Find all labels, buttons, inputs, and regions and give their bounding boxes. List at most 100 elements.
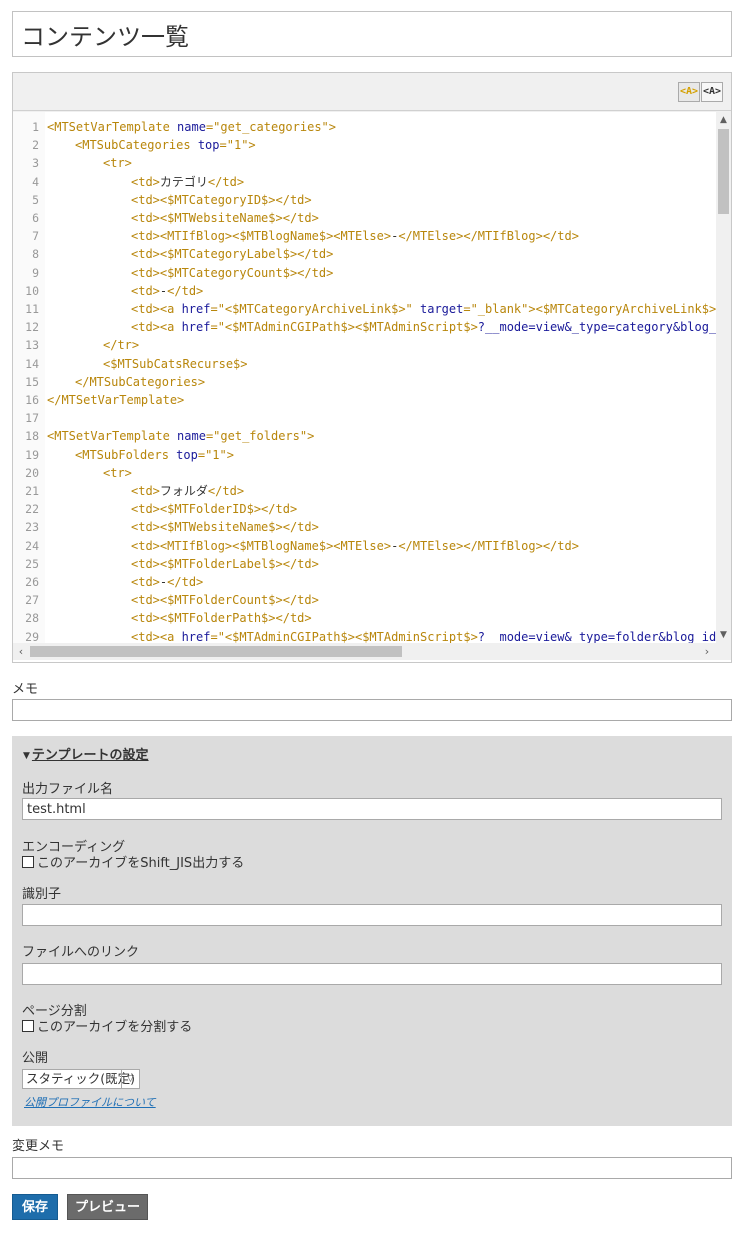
- code-text: <td>フォルダ</td>: [131, 484, 245, 498]
- code-line: 4 <td>カテゴリ</td>: [13, 173, 716, 191]
- identifier-input[interactable]: [22, 904, 722, 926]
- line-number: 27: [25, 593, 39, 608]
- code-text: <td><$MTFolderID$></td>: [131, 502, 298, 517]
- line-number: 11: [25, 302, 39, 316]
- line-number: 21: [25, 484, 39, 498]
- code-text: <td>カテゴリ</td>: [131, 174, 245, 189]
- scroll-left-icon[interactable]: ‹: [13, 643, 29, 660]
- memo-label: メモ: [12, 682, 39, 697]
- code-line: 2 <MTSubCategories top="1">: [13, 136, 716, 154]
- line-number: 13: [25, 338, 39, 353]
- output-file-input[interactable]: [22, 798, 722, 820]
- code-text: <td><a href="<$MTCategoryArchiveLink$>" …: [131, 302, 731, 316]
- publish-profile-link[interactable]: 公開プロファイルについて: [24, 1094, 156, 1110]
- code-text: <MTSetVarTemplate name="get_categories">: [47, 120, 336, 134]
- code-text: <td><$MTFolderCount$></td>: [131, 593, 319, 608]
- code-line: 26 <td>-</td>: [13, 573, 716, 591]
- save-button[interactable]: 保存: [12, 1194, 58, 1220]
- code-line: 8 <td><$MTCategoryLabel$></td>: [13, 245, 716, 263]
- code-text: </tr>: [103, 338, 140, 353]
- code-area[interactable]: 1 <MTSetVarTemplate name="get_categories"…: [13, 112, 731, 662]
- code-line: 13 </tr>: [13, 336, 716, 354]
- code-line: 9 <td><$MTCategoryCount$></td>: [13, 264, 716, 282]
- preview-button[interactable]: プレビュー: [67, 1194, 148, 1220]
- editor-toolbar: <A> <A>: [13, 73, 731, 111]
- horizontal-scroll-thumb[interactable]: [30, 646, 402, 657]
- file-link-input[interactable]: [22, 963, 722, 985]
- code-text: <tr>: [103, 465, 132, 480]
- line-number: 26: [25, 575, 39, 589]
- line-number: 3: [32, 156, 39, 171]
- horizontal-scrollbar[interactable]: ‹ ›: [13, 643, 731, 660]
- code-text: <td>-</td>: [131, 283, 204, 298]
- paging-checkbox[interactable]: [22, 1020, 34, 1032]
- paging-checkbox-label: このアーカイブを分割する: [37, 1020, 193, 1035]
- scroll-up-icon[interactable]: ▲: [716, 112, 731, 128]
- syntax-highlight-on-button[interactable]: <A>: [678, 82, 700, 102]
- change-memo-label: 変更メモ: [12, 1139, 65, 1154]
- vertical-scroll-thumb[interactable]: [718, 129, 729, 214]
- line-number: 22: [25, 502, 39, 517]
- change-memo-input[interactable]: [12, 1157, 732, 1179]
- code-text: <td><$MTFolderLabel$></td>: [131, 556, 319, 571]
- publish-type-select[interactable]: スタティック(既定) ▽: [22, 1069, 140, 1089]
- line-number: 7: [32, 229, 39, 244]
- code-line: 7 <td><MTIfBlog><$MTBlogName$><MTElse>-</…: [13, 227, 716, 245]
- code-line: 16 </MTSetVarTemplate>: [13, 391, 716, 409]
- line-number: 24: [25, 538, 39, 553]
- code-line: 15 </MTSubCategories>: [13, 373, 716, 391]
- template-settings-toggle[interactable]: ▼ テンプレートの設定: [23, 744, 149, 763]
- code-text: <td><$MTFolderPath$></td>: [131, 611, 312, 626]
- code-line: 28 <td><$MTFolderPath$></td>: [13, 609, 716, 627]
- code-line: 19 <MTSubFolders top="1">: [13, 446, 716, 464]
- line-number: 8: [32, 247, 39, 262]
- code-text: <td><MTIfBlog><$MTBlogName$><MTElse>-</M…: [131, 538, 579, 553]
- shift-jis-option[interactable]: このアーカイブをShift_JIS出力する: [22, 852, 244, 871]
- code-line: 17: [13, 409, 716, 427]
- code-line: 1 <MTSetVarTemplate name="get_categories"…: [13, 118, 716, 136]
- template-name-input[interactable]: [12, 11, 732, 57]
- vertical-scrollbar[interactable]: ▲ ▼: [716, 112, 731, 643]
- code-line: 22 <td><$MTFolderID$></td>: [13, 500, 716, 518]
- template-code-editor: <A> <A> 1 <MTSetVarTemplate name="get_cat…: [12, 72, 732, 663]
- line-number: 20: [25, 465, 39, 480]
- code-line: 3 <tr>: [13, 154, 716, 172]
- code-text: <MTSubFolders top="1">: [75, 447, 234, 462]
- line-number: 6: [32, 211, 39, 225]
- code-text: <$MTSubCatsRecurse$>: [103, 356, 248, 371]
- code-line: 27 <td><$MTFolderCount$></td>: [13, 591, 716, 609]
- line-number: 1: [32, 120, 39, 134]
- memo-input[interactable]: [12, 699, 732, 721]
- code-line: 18 <MTSetVarTemplate name="get_folders">: [13, 427, 716, 445]
- code-text: <td><$MTWebsiteName$></td>: [131, 211, 319, 225]
- line-number: 12: [25, 320, 39, 335]
- identifier-label: 識別子: [22, 887, 62, 902]
- line-number: 18: [25, 429, 39, 444]
- code-text: <MTSubCategories top="1">: [75, 138, 256, 153]
- syntax-highlight-off-button[interactable]: <A>: [701, 82, 723, 102]
- code-text: <tr>: [103, 156, 132, 171]
- chevron-down-icon[interactable]: ▽: [121, 1070, 139, 1088]
- code-text: <td><$MTCategoryLabel$></td>: [131, 247, 334, 262]
- code-text: <td><$MTWebsiteName$></td>: [131, 520, 319, 535]
- publish-label: 公開: [22, 1051, 49, 1066]
- line-number: 19: [25, 447, 39, 462]
- scroll-down-icon[interactable]: ▼: [716, 627, 731, 643]
- code-line: 5 <td><$MTCategoryID$></td>: [13, 191, 716, 209]
- scroll-right-icon[interactable]: ›: [699, 643, 715, 660]
- code-line: 11 <td><a href="<$MTCategoryArchiveLink$>…: [13, 300, 731, 318]
- line-number: 10: [25, 283, 39, 298]
- line-number: 16: [25, 393, 39, 407]
- line-number: 23: [25, 520, 39, 535]
- shift-jis-checkbox[interactable]: [22, 856, 34, 868]
- line-number: 2: [32, 138, 39, 153]
- paging-option[interactable]: このアーカイブを分割する: [22, 1016, 192, 1035]
- template-settings-title[interactable]: テンプレートの設定: [32, 748, 149, 763]
- line-number: 28: [25, 611, 39, 626]
- line-number: 9: [32, 265, 39, 280]
- line-number: 17: [25, 411, 39, 426]
- code-text: <td><a href="<$MTAdminCGIPath$><$MTAdmin…: [131, 320, 731, 335]
- code-line: 25 <td><$MTFolderLabel$></td>: [13, 555, 716, 573]
- code-line: 12 <td><a href="<$MTAdminCGIPath$><$MTAdm…: [13, 318, 731, 336]
- code-text: <td><MTIfBlog><$MTBlogName$><MTElse>-</M…: [131, 229, 579, 244]
